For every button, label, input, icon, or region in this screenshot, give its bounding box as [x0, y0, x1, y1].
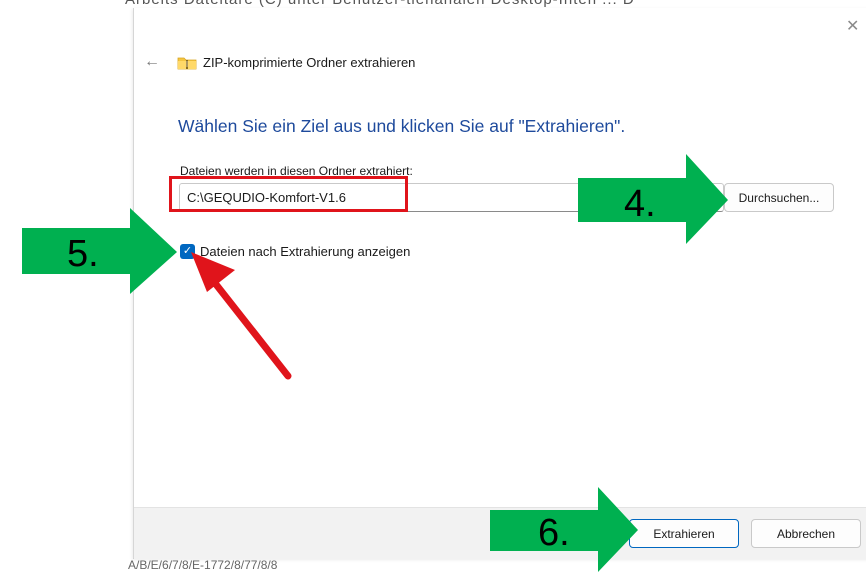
- path-highlight-box: [169, 176, 408, 212]
- background-text-top: Arbeits Dateitäre (C) unter Benutzer-tie…: [125, 0, 635, 8]
- step4-arrow: 4.: [578, 154, 728, 244]
- step6-label: 6.: [538, 512, 570, 554]
- step5-label: 5.: [67, 233, 99, 275]
- cancel-button[interactable]: Abbrechen: [751, 519, 861, 548]
- close-icon[interactable]: ✕: [846, 16, 859, 36]
- dialog-title: ZIP-komprimierte Ordner extrahieren: [203, 55, 416, 70]
- background-text-bottom: A/B/E/6/7/8/E-1772/8/77/8/8: [128, 558, 278, 572]
- step6-arrow: 6.: [490, 487, 638, 572]
- step4-label: 4.: [624, 183, 656, 225]
- extract-button[interactable]: Extrahieren: [629, 519, 739, 548]
- zip-folder-icon: [177, 57, 197, 70]
- step5-arrow: 5.: [22, 208, 177, 294]
- back-arrow-icon[interactable]: ←: [144, 53, 160, 71]
- browse-button[interactable]: Durchsuchen...: [724, 183, 834, 212]
- red-pointer-arrow: [191, 252, 292, 380]
- dialog-heading: Wählen Sie ein Ziel aus und klicken Sie …: [178, 116, 626, 136]
